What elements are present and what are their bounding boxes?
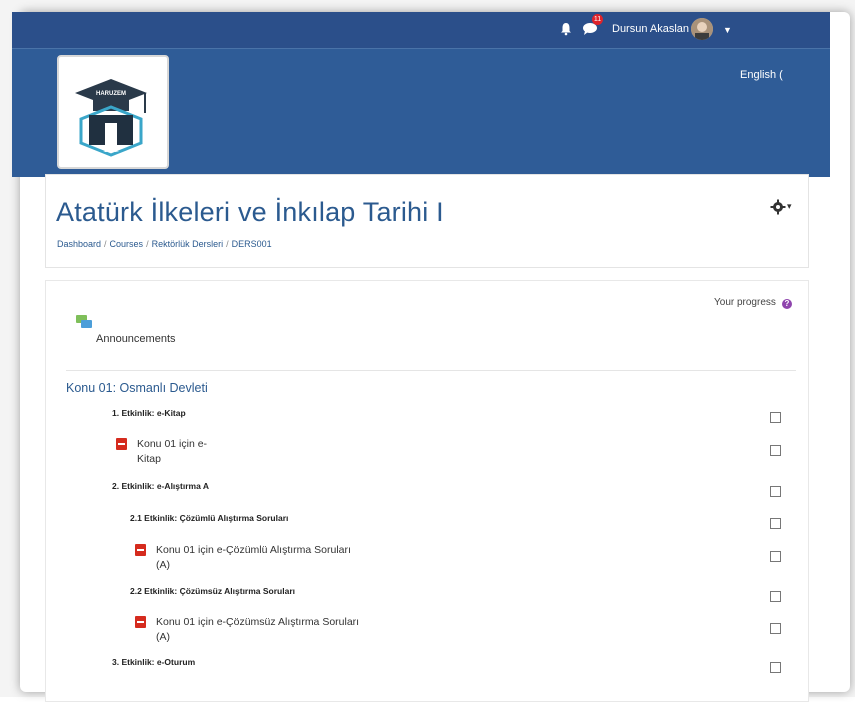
pdf-icon — [135, 544, 146, 556]
section-title[interactable]: Konu 01: Osmanlı Devleti — [66, 381, 208, 395]
breadcrumb-category[interactable]: Rektörlük Dersleri — [152, 239, 224, 249]
logo-year: 1992 — [103, 147, 119, 154]
announcements-link[interactable]: Announcements — [96, 333, 176, 345]
page-title: Atatürk İlkeleri ve İnkılap Tarihi I — [56, 197, 444, 227]
page-header: English ( HARUZEM 1992 — [12, 48, 830, 177]
bell-icon[interactable] — [559, 22, 573, 36]
resource-link[interactable]: Konu 01 için e-Çözümsüz Alıştırma Sorula… — [156, 615, 359, 645]
activity-label: 2. Etkinlik: e-Alıştırma A — [112, 481, 209, 491]
completion-checkbox[interactable] — [770, 412, 781, 423]
breadcrumb: Dashboard / Courses / Rektörlük Dersleri / DER… — [57, 239, 272, 249]
pdf-icon — [135, 616, 146, 628]
haruzem-logo-icon: HARUZEM 1992 — [75, 79, 147, 157]
progress-label: Your progress — [714, 297, 776, 308]
section-divider — [66, 370, 796, 371]
breadcrumb-courses[interactable]: Courses — [110, 239, 144, 249]
resource-title-line1: Konu 01 için e-Çözümlü Alıştırma Sorular… — [156, 544, 351, 556]
activity-label: 3. Etkinlik: e-Oturum — [112, 657, 196, 667]
language-menu[interactable]: English ( — [740, 69, 783, 81]
resource-link[interactable]: Konu 01 için e-Çözümlü Alıştırma Sorular… — [156, 543, 351, 573]
help-icon[interactable]: ? — [782, 299, 792, 309]
forum-icon — [76, 315, 92, 328]
user-name[interactable]: Dursun Akaslan — [612, 23, 689, 35]
settings-chevron-down-icon[interactable]: ▾ — [787, 201, 792, 212]
resource-title-line2: (A) — [156, 559, 170, 571]
completion-checkbox[interactable] — [770, 551, 781, 562]
gear-icon[interactable] — [770, 199, 786, 215]
completion-checkbox[interactable] — [770, 445, 781, 456]
activity-label: 1. Etkinlik: e-Kitap — [112, 408, 186, 418]
site-logo[interactable]: HARUZEM 1992 — [57, 55, 169, 169]
completion-checkbox[interactable] — [770, 623, 781, 634]
pdf-icon — [116, 438, 127, 450]
logo-text-haruzem: HARUZEM — [96, 91, 126, 97]
top-navbar: 11 Dursun Akaslan ▼ — [12, 12, 830, 48]
completion-checkbox[interactable] — [770, 486, 781, 497]
user-menu-chevron-down-icon[interactable]: ▼ — [723, 25, 732, 35]
resource-title-line1: Konu 01 için e-Çözümsüz Alıştırma Sorula… — [156, 616, 360, 628]
activity-label: 2.2 Etkinlik: Çözümsüz Alıştırma Sorular… — [130, 586, 296, 596]
avatar-icon — [691, 18, 713, 40]
resource-title-line2: (A) — [156, 631, 170, 643]
course-content: Your progress ? Announcements Konu 01: O… — [45, 280, 809, 702]
completion-checkbox[interactable] — [770, 662, 781, 673]
resource-link[interactable]: Konu 01 için e- Kitap — [137, 437, 207, 467]
page-background: 11 Dursun Akaslan ▼ English ( HARUZEM 19… — [0, 0, 855, 702]
notification-badge: 11 — [592, 14, 603, 25]
breadcrumb-dashboard[interactable]: Dashboard — [57, 239, 101, 249]
resource-title-line1: Konu 01 için e- — [137, 438, 208, 450]
completion-checkbox[interactable] — [770, 591, 781, 602]
activity-label: 2.1 Etkinlik: Çözümlü Alıştırma Soruları — [130, 513, 289, 523]
avatar[interactable] — [691, 18, 713, 40]
completion-checkbox[interactable] — [770, 518, 781, 529]
course-header: Atatürk İlkeleri ve İnkılap Tarihi I ▾ D… — [45, 174, 809, 268]
breadcrumb-course[interactable]: DERS001 — [232, 239, 272, 249]
resource-title-line2: Kitap — [137, 453, 161, 465]
